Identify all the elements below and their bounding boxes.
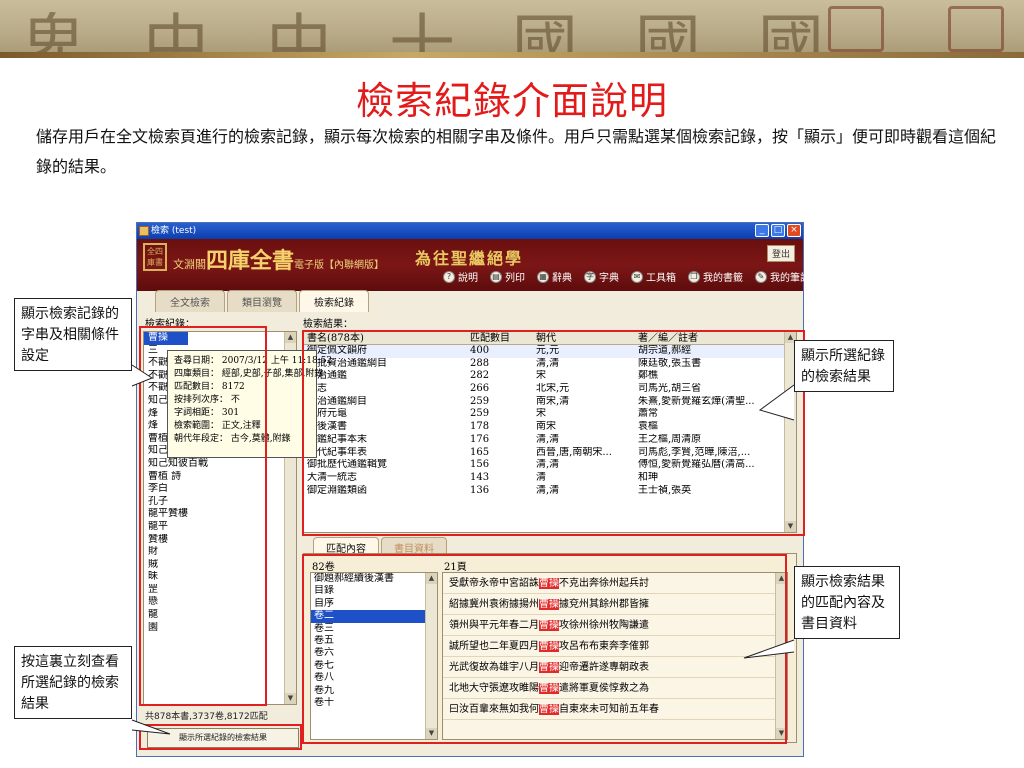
main-tabs: 全文檢索 類目瀏覽 檢索紀錄 xyxy=(155,290,369,312)
bookmark-icon: ❐ xyxy=(688,270,700,283)
tab-fulltext-search[interactable]: 全文檢索 xyxy=(155,290,225,312)
character-dictionary-icon: 字 xyxy=(584,270,596,283)
app-logo: 全四庫書 xyxy=(143,243,167,271)
maximize-button[interactable]: □ xyxy=(771,224,785,237)
brand: 文淵閣四庫全書電子版【內聯網版】 xyxy=(173,243,384,275)
callout-results: 顯示所選紀錄的檢索結果 xyxy=(794,340,894,392)
toolbar: ? 說明 ▤ 列印 ▦ 辭典 字字典 ✉ 工具箱 ❐ 我的書籤 ✎ 我的筆記 xyxy=(443,269,810,284)
highlight-show-button xyxy=(139,724,302,750)
seal-decoration xyxy=(828,6,884,52)
highlight-detail xyxy=(302,554,787,744)
brand-prefix: 文淵閣 xyxy=(173,258,206,271)
seal-decoration xyxy=(948,6,1004,52)
toolbar-label: 字典 xyxy=(599,273,619,284)
banner-decoration: 卑 中 中 十 國 國 國 xyxy=(20,7,842,58)
toolbar-label: 說明 xyxy=(458,273,478,284)
toolbar-dictionary[interactable]: ▦ 辭典 xyxy=(537,269,572,284)
toolbar-label: 我的筆記 xyxy=(770,273,810,284)
highlight-record-list xyxy=(139,326,267,706)
notes-icon: ✎ xyxy=(755,270,767,283)
callout-detail: 顯示檢索結果的匹配內容及書目資料 xyxy=(794,566,900,639)
toolbar-bookmarks[interactable]: ❐ 我的書籤 xyxy=(688,269,743,284)
banner-strip xyxy=(0,52,1024,58)
results-label: 檢索結果： xyxy=(303,319,353,330)
slide: 卑 中 中 十 國 國 國 檢索紀錄介面說明 儲存用戶在全文檢索頁進行的檢索記錄… xyxy=(0,0,1024,768)
window-title: 檢索 (test) xyxy=(151,226,197,236)
close-button[interactable]: × xyxy=(787,224,801,237)
brand-suffix: 電子版【內聯網版】 xyxy=(294,260,385,271)
toolbar-toolbox[interactable]: ✉ 工具箱 xyxy=(631,269,676,284)
tab-search-history[interactable]: 檢索紀錄 xyxy=(299,290,369,312)
callout-records: 顯示檢索記錄的字串及相關條件設定 xyxy=(14,298,132,371)
dictionary-icon: ▦ xyxy=(537,270,549,283)
toolbar-label: 工具箱 xyxy=(646,273,676,284)
app-icon xyxy=(139,226,149,236)
brand-main: 四庫全書 xyxy=(206,248,295,274)
logout-button[interactable]: 登出 xyxy=(766,245,795,262)
toolbar-label: 我的書籤 xyxy=(703,273,743,284)
minimize-button[interactable]: _ xyxy=(755,224,769,237)
scroll-down-icon[interactable]: ▼ xyxy=(285,693,296,704)
print-icon: ▤ xyxy=(490,270,502,283)
toolbox-icon: ✉ xyxy=(631,270,643,283)
toolbar-label: 辭典 xyxy=(552,273,572,284)
callout-show-button: 按這裏立刻查看所選紀錄的檢索結果 xyxy=(14,646,132,719)
motto: 為往聖繼絕學 xyxy=(415,249,524,268)
app-header: 全四庫書 文淵閣四庫全書電子版【內聯網版】 為往聖繼絕學 登出 ? 說明 ▤ 列印 … xyxy=(137,239,810,291)
toolbar-print[interactable]: ▤ 列印 xyxy=(490,269,525,284)
toolbar-character-dictionary[interactable]: 字字典 xyxy=(584,269,619,284)
slide-title: 檢索紀錄介面說明 xyxy=(355,79,668,123)
scroll-up-icon[interactable]: ▲ xyxy=(285,332,296,343)
window-titlebar: 檢索 (test) _ □ × xyxy=(137,223,803,239)
tab-category-browse[interactable]: 類目瀏覽 xyxy=(227,290,297,312)
banner: 卑 中 中 十 國 國 國 xyxy=(0,0,1024,58)
records-status: 共878本書,3737卷,8172匹配 xyxy=(145,712,268,722)
slide-description: 儲存用戶在全文檢索頁進行的檢索記錄，顯示每次檢索的相關字串及條件。用戶只需點選某… xyxy=(36,127,997,176)
help-icon: ? xyxy=(443,270,455,283)
highlight-results xyxy=(302,330,805,536)
toolbar-help[interactable]: ? 說明 xyxy=(443,269,478,284)
toolbar-label: 列印 xyxy=(505,273,525,284)
toolbar-notes[interactable]: ✎ 我的筆記 xyxy=(755,269,810,284)
